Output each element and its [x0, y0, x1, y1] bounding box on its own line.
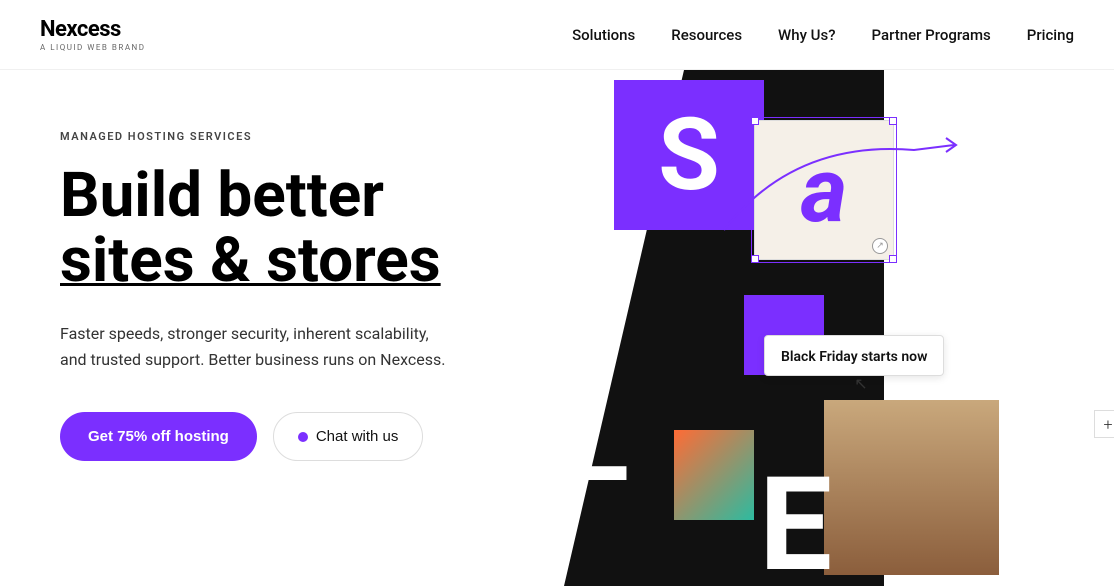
resize-handle-icon: ↗	[872, 238, 888, 254]
s-letter: S	[658, 97, 720, 214]
chat-indicator-dot	[298, 432, 308, 442]
logo-sub: A LIQUID WEB BRAND	[40, 43, 146, 52]
hero-section: MANAGED HOSTING SERVICES Build better si…	[0, 70, 500, 586]
logo-text: Nexcess	[40, 17, 146, 42]
hero-subtext: Faster speeds, stronger security, inhere…	[60, 321, 450, 372]
hero-heading-line1: Build better	[60, 159, 384, 232]
cta-row: Get 75% off hosting Chat with us	[60, 412, 500, 461]
l-letter: L	[564, 370, 629, 510]
logo[interactable]: Nexcess A LIQUID WEB BRAND	[40, 17, 146, 52]
nav-pricing[interactable]: Pricing	[1027, 26, 1074, 44]
cta-secondary-label: Chat with us	[316, 428, 399, 445]
corner-handle-br	[889, 255, 897, 263]
black-friday-text: Black Friday starts now	[781, 349, 927, 365]
e-letter: E	[759, 448, 832, 586]
hero-visual: S a ↗ Black Friday starts now ↖ L	[514, 70, 1114, 586]
black-friday-popup: Black Friday starts now ↖	[764, 335, 944, 376]
person-face-graphic	[824, 400, 999, 575]
nav-solutions[interactable]: Solutions	[572, 26, 635, 44]
corner-handle-bl	[751, 255, 759, 263]
nav-resources[interactable]: Resources	[671, 26, 742, 44]
main-nav: Solutions Resources Why Us? Partner Prog…	[572, 26, 1074, 44]
purple-arrow	[714, 120, 974, 240]
l-letter-block: L	[564, 380, 629, 500]
cursor-icon: ↖	[854, 374, 867, 393]
e-letter-block: E	[759, 460, 832, 586]
plus-icon: +	[1094, 410, 1114, 438]
cta-primary-button[interactable]: Get 75% off hosting	[60, 412, 257, 461]
hero-heading-line2: sites & stores	[60, 224, 441, 297]
nav-partner-programs[interactable]: Partner Programs	[872, 26, 991, 44]
cta-secondary-button[interactable]: Chat with us	[273, 412, 424, 461]
person-photo-block	[824, 400, 999, 575]
eyebrow-label: MANAGED HOSTING SERVICES	[60, 130, 500, 143]
orange-accent-block	[674, 430, 754, 520]
main-content: MANAGED HOSTING SERVICES Build better si…	[0, 70, 1114, 586]
nav-why-us[interactable]: Why Us?	[778, 26, 835, 44]
hero-heading: Build better sites & stores	[60, 163, 500, 293]
